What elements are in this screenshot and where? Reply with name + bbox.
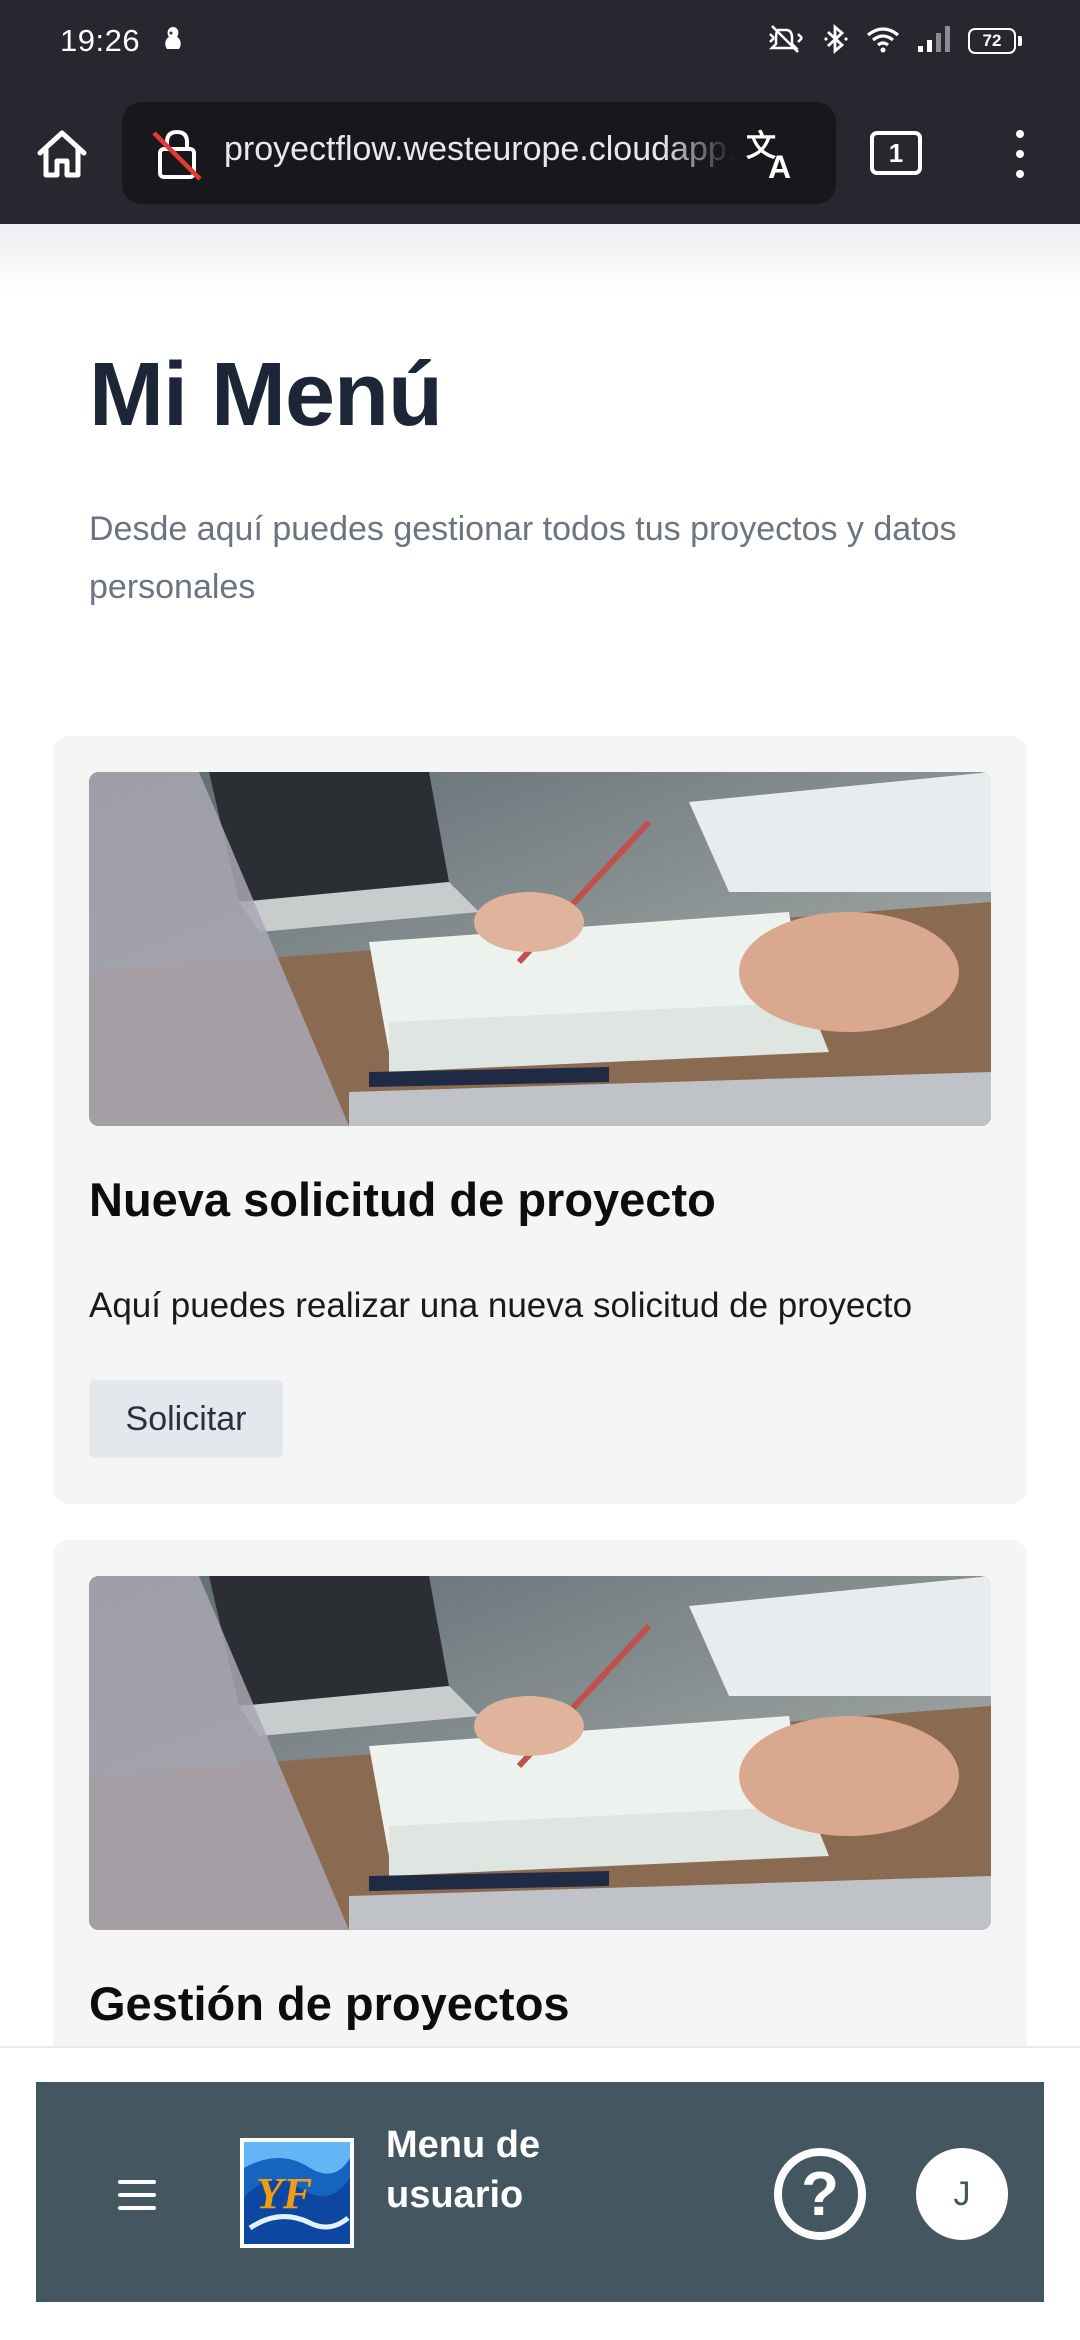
page-title: Mi Menú bbox=[89, 345, 443, 445]
page: 19:26 72 proyectflow.westeurope.cloudapp… bbox=[0, 0, 1080, 2340]
app-logo[interactable]: YF bbox=[240, 2138, 354, 2248]
app-title: Menu de usuario bbox=[386, 2124, 541, 2216]
request-button[interactable]: Solicitar bbox=[89, 1380, 283, 1458]
card-description: Aquí puedes realizar una nueva solicitud… bbox=[89, 1286, 913, 1325]
svg-text:YF: YF bbox=[256, 2169, 312, 2218]
bottom-app-bar: YF Menu de usuario ? J bbox=[36, 2082, 1044, 2302]
notification-icon bbox=[162, 25, 184, 58]
page-subtitle: Desde aquí puedes gestionar todos tus pr… bbox=[89, 510, 957, 606]
signal-icon bbox=[916, 24, 952, 59]
browser-toolbar: proyectflow.westeurope.cloudapp.azure.co… bbox=[0, 82, 1080, 224]
card-image bbox=[89, 772, 991, 1126]
more-options-icon[interactable] bbox=[1000, 126, 1040, 182]
hamburger-menu-icon[interactable] bbox=[118, 2180, 156, 2210]
url-text[interactable]: proyectflow.westeurope.cloudapp.azure.co… bbox=[224, 130, 734, 176]
bluetooth-icon bbox=[822, 23, 850, 60]
silent-mode-icon bbox=[766, 24, 806, 59]
battery-level: 72 bbox=[968, 28, 1016, 54]
address-bar[interactable]: proyectflow.westeurope.cloudapp.azure.co… bbox=[122, 102, 836, 204]
card-title: Gestión de proyectos bbox=[89, 1977, 570, 2030]
battery-icon: 72 bbox=[968, 28, 1022, 54]
card-image bbox=[89, 1576, 991, 1930]
user-avatar[interactable]: J bbox=[916, 2148, 1008, 2240]
card-new-project-request: Nueva solicitud de proyecto Aquí puedes … bbox=[53, 736, 1027, 1504]
status-bar: 19:26 72 bbox=[0, 0, 1080, 82]
card-title: Nueva solicitud de proyecto bbox=[89, 1173, 716, 1226]
home-button[interactable] bbox=[30, 122, 94, 186]
wifi-icon bbox=[866, 25, 900, 58]
help-button[interactable]: ? bbox=[774, 2148, 866, 2240]
translate-icon[interactable]: 文 A bbox=[744, 126, 804, 182]
toolbar-shadow bbox=[0, 224, 1080, 294]
insecure-lock-icon[interactable] bbox=[150, 127, 204, 181]
tab-switcher-button[interactable]: 1 bbox=[870, 131, 922, 175]
svg-text:A: A bbox=[768, 149, 791, 182]
status-time: 19:26 bbox=[60, 23, 141, 58]
home-icon bbox=[37, 130, 87, 178]
